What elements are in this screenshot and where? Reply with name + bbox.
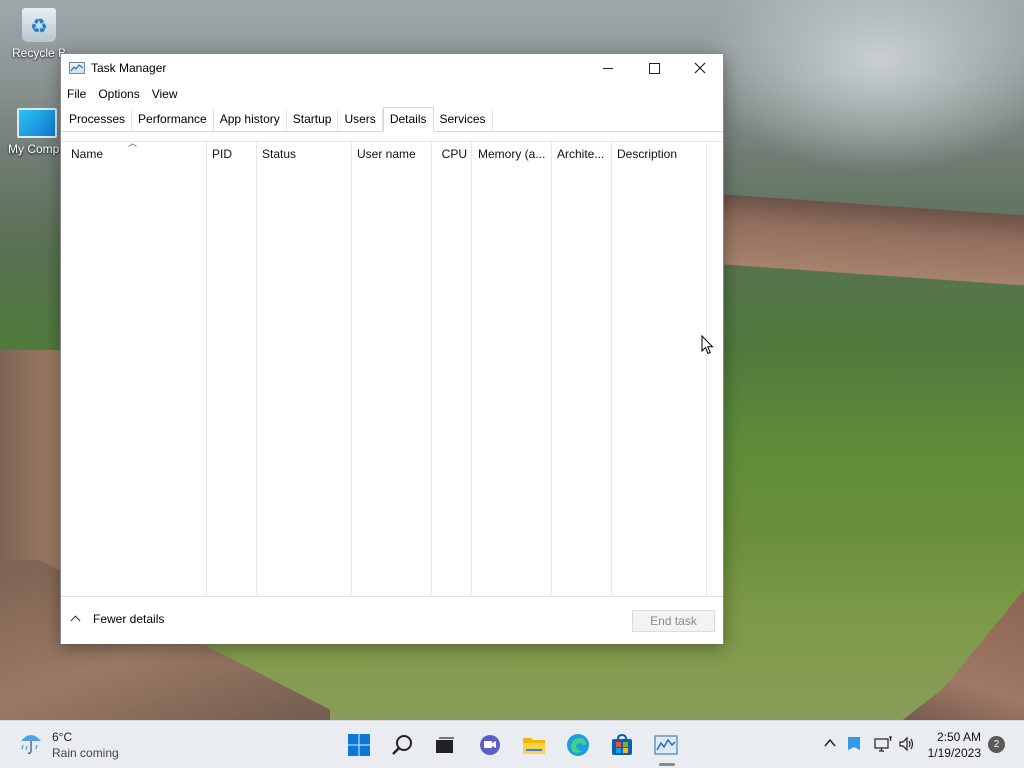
taskbar: 6°C Rain coming 2:50 AM 1/19/2023 2 bbox=[0, 720, 1024, 768]
maximize-icon bbox=[648, 62, 660, 74]
task-manager-icon[interactable] bbox=[654, 733, 678, 757]
tab-users[interactable]: Users bbox=[338, 109, 383, 131]
column-divider[interactable] bbox=[551, 142, 552, 595]
store-icon[interactable] bbox=[610, 733, 634, 757]
chevron-up-icon bbox=[71, 614, 81, 624]
mouse-cursor-icon bbox=[701, 335, 714, 355]
column-divider[interactable] bbox=[206, 142, 207, 595]
computer-icon bbox=[17, 108, 57, 138]
minimize-icon bbox=[603, 67, 613, 69]
notification-badge[interactable]: 2 bbox=[988, 736, 1005, 753]
close-icon bbox=[694, 62, 706, 74]
tab-processes[interactable]: Processes bbox=[63, 109, 133, 131]
menu-bar: File Options View bbox=[61, 82, 723, 106]
column-divider[interactable] bbox=[706, 142, 707, 595]
details-table[interactable]: Name ︿ PID Status User name CPU Memory (… bbox=[61, 138, 723, 596]
weather-widget[interactable]: 6°C Rain coming bbox=[18, 729, 119, 761]
tray-app-icon[interactable] bbox=[847, 736, 861, 752]
column-header-user-name[interactable]: User name bbox=[351, 142, 431, 168]
menu-file[interactable]: File bbox=[67, 87, 93, 101]
edge-icon[interactable] bbox=[566, 733, 590, 757]
wallpaper-wall bbox=[724, 194, 1024, 286]
window-title: Task Manager bbox=[91, 61, 167, 75]
tab-details[interactable]: Details bbox=[382, 107, 434, 132]
column-divider[interactable] bbox=[256, 142, 257, 595]
maximize-button[interactable] bbox=[631, 54, 677, 82]
fewer-details-button[interactable]: Fewer details bbox=[71, 612, 164, 626]
active-app-indicator bbox=[659, 763, 675, 766]
column-header-cpu[interactable]: CPU bbox=[431, 142, 471, 168]
sort-ascending-icon: ︿ bbox=[128, 138, 138, 148]
column-header-status[interactable]: Status bbox=[256, 142, 350, 168]
tab-startup[interactable]: Startup bbox=[287, 109, 339, 131]
network-icon[interactable] bbox=[873, 736, 893, 752]
weather-description: Rain coming bbox=[52, 746, 119, 760]
rain-umbrella-icon bbox=[18, 729, 44, 757]
menu-options[interactable]: Options bbox=[98, 87, 146, 101]
wallpaper-tower bbox=[0, 350, 60, 570]
column-header-architecture[interactable]: Archite... bbox=[551, 142, 611, 168]
column-header-description[interactable]: Description bbox=[611, 142, 706, 168]
tab-performance[interactable]: Performance bbox=[132, 109, 214, 131]
wallpaper-wall bbox=[890, 590, 1024, 720]
chat-icon[interactable] bbox=[478, 733, 502, 757]
clock-date: 1/19/2023 bbox=[927, 746, 981, 760]
end-task-button[interactable]: End task bbox=[632, 610, 715, 632]
column-divider[interactable] bbox=[611, 142, 612, 595]
start-icon[interactable] bbox=[347, 733, 371, 757]
tab-services[interactable]: Services bbox=[434, 109, 493, 131]
column-header-memory[interactable]: Memory (a... bbox=[472, 142, 552, 168]
column-divider[interactable] bbox=[351, 142, 352, 595]
column-header-pid[interactable]: PID bbox=[206, 142, 256, 168]
footer-bar: Fewer details End task bbox=[61, 596, 723, 644]
tab-app-history[interactable]: App history bbox=[214, 109, 287, 131]
search-icon[interactable] bbox=[391, 733, 415, 757]
close-button[interactable] bbox=[677, 54, 723, 82]
weather-temperature: 6°C bbox=[52, 730, 73, 744]
task-view-icon[interactable] bbox=[433, 733, 457, 757]
fewer-details-label: Fewer details bbox=[93, 612, 165, 626]
title-bar[interactable]: Task Manager bbox=[61, 54, 723, 82]
tab-bar: Processes Performance App history Startu… bbox=[61, 106, 723, 132]
chevron-up-icon[interactable] bbox=[823, 736, 837, 750]
volume-icon[interactable] bbox=[898, 736, 916, 752]
task-manager-window: Task Manager File Options View Processes… bbox=[60, 53, 724, 644]
minimize-button[interactable] bbox=[585, 54, 631, 82]
file-explorer-icon[interactable] bbox=[522, 733, 546, 757]
menu-view[interactable]: View bbox=[152, 87, 185, 101]
clock[interactable]: 2:50 AM 1/19/2023 bbox=[925, 729, 981, 761]
recycle-bin-icon bbox=[22, 8, 56, 42]
column-divider[interactable] bbox=[431, 142, 432, 595]
task-manager-icon bbox=[69, 62, 85, 74]
column-divider[interactable] bbox=[471, 142, 472, 595]
clock-time: 2:50 AM bbox=[936, 730, 981, 744]
